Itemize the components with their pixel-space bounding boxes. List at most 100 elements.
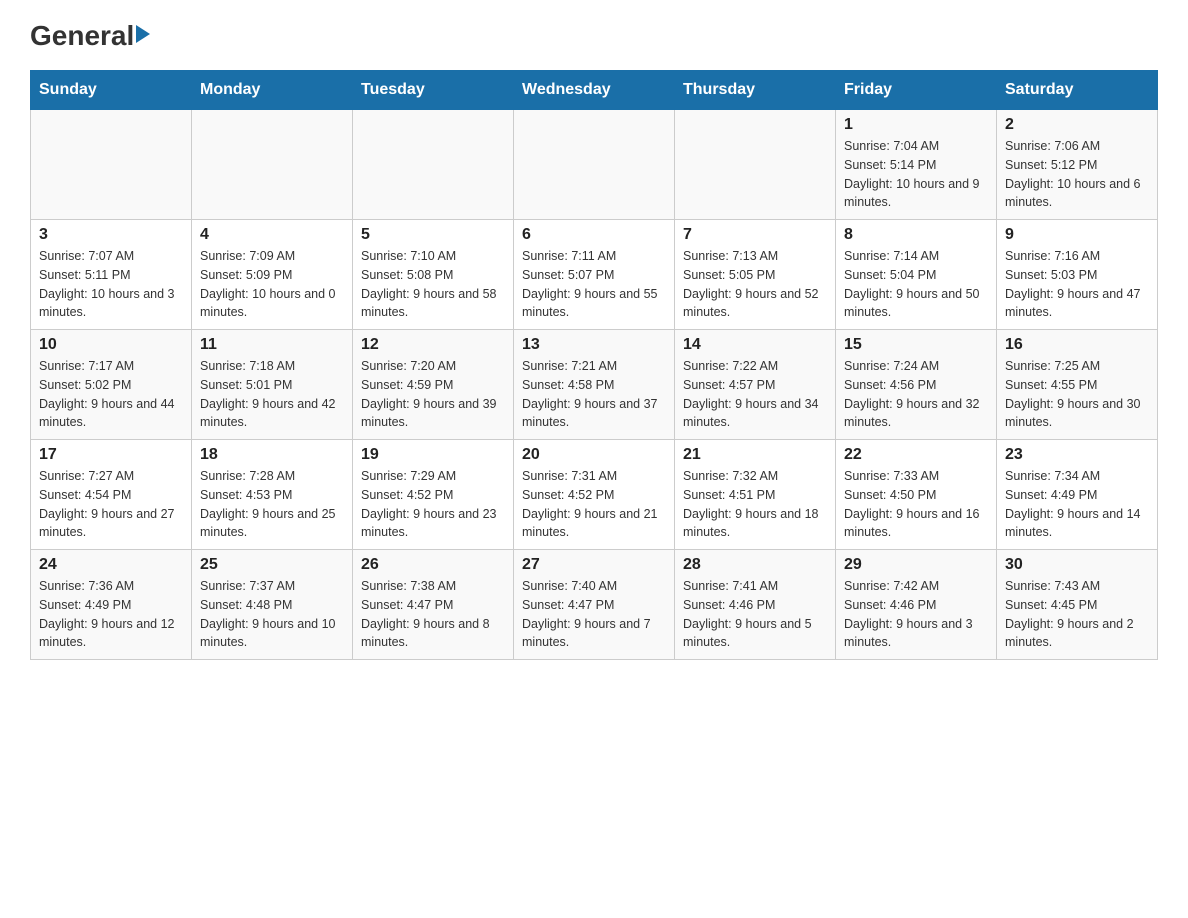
- sun-info: Sunrise: 7:40 AMSunset: 4:47 PMDaylight:…: [522, 577, 666, 652]
- calendar-cell: 10 Sunrise: 7:17 AMSunset: 5:02 PMDayligh…: [31, 330, 192, 440]
- day-number: 9: [1005, 226, 1149, 244]
- calendar-cell: 23 Sunrise: 7:34 AMSunset: 4:49 PMDayligh…: [997, 440, 1158, 550]
- sun-info: Sunrise: 7:25 AMSunset: 4:55 PMDaylight:…: [1005, 357, 1149, 432]
- calendar-cell: 27 Sunrise: 7:40 AMSunset: 4:47 PMDayligh…: [514, 550, 675, 660]
- day-number: 6: [522, 226, 666, 244]
- calendar-cell: 14 Sunrise: 7:22 AMSunset: 4:57 PMDayligh…: [675, 330, 836, 440]
- calendar-cell: 28Sunrise: 7:41 AMSunset: 4:46 PMDayligh…: [675, 550, 836, 660]
- calendar-cell: 26Sunrise: 7:38 AMSunset: 4:47 PMDayligh…: [353, 550, 514, 660]
- calendar-cell: 3Sunrise: 7:07 AMSunset: 5:11 PMDaylight…: [31, 220, 192, 330]
- day-number: 17: [39, 446, 183, 464]
- day-number: 22: [844, 446, 988, 464]
- calendar-cell: 25 Sunrise: 7:37 AMSunset: 4:48 PMDayligh…: [192, 550, 353, 660]
- calendar-cell: 15 Sunrise: 7:24 AMSunset: 4:56 PMDayligh…: [836, 330, 997, 440]
- day-number: 7: [683, 226, 827, 244]
- sun-info: Sunrise: 7:06 AMSunset: 5:12 PMDaylight:…: [1005, 137, 1149, 212]
- day-number: 2: [1005, 116, 1149, 134]
- calendar-cell: 8 Sunrise: 7:14 AMSunset: 5:04 PMDaylight…: [836, 220, 997, 330]
- calendar-week-row: 3Sunrise: 7:07 AMSunset: 5:11 PMDaylight…: [31, 220, 1158, 330]
- sun-info: Sunrise: 7:34 AMSunset: 4:49 PMDaylight:…: [1005, 467, 1149, 542]
- calendar-cell: 29Sunrise: 7:42 AMSunset: 4:46 PMDayligh…: [836, 550, 997, 660]
- calendar-cell: 16 Sunrise: 7:25 AMSunset: 4:55 PMDayligh…: [997, 330, 1158, 440]
- sun-info: Sunrise: 7:37 AMSunset: 4:48 PMDaylight:…: [200, 577, 344, 652]
- sun-info: Sunrise: 7:11 AMSunset: 5:07 PMDaylight:…: [522, 247, 666, 322]
- sun-info: Sunrise: 7:22 AMSunset: 4:57 PMDaylight:…: [683, 357, 827, 432]
- day-number: 20: [522, 446, 666, 464]
- day-number: 18: [200, 446, 344, 464]
- day-number: 15: [844, 336, 988, 354]
- day-number: 21: [683, 446, 827, 464]
- day-number: 11: [200, 336, 344, 354]
- day-number: 12: [361, 336, 505, 354]
- day-number: 5: [361, 226, 505, 244]
- sun-info: Sunrise: 7:16 AMSunset: 5:03 PMDaylight:…: [1005, 247, 1149, 322]
- sun-info: Sunrise: 7:20 AMSunset: 4:59 PMDaylight:…: [361, 357, 505, 432]
- day-number: 27: [522, 556, 666, 574]
- calendar-cell: 1 Sunrise: 7:04 AMSunset: 5:14 PMDaylight…: [836, 110, 997, 220]
- calendar-cell: 5 Sunrise: 7:10 AMSunset: 5:08 PMDaylight…: [353, 220, 514, 330]
- day-number: 10: [39, 336, 183, 354]
- day-number: 4: [200, 226, 344, 244]
- calendar-cell: 19 Sunrise: 7:29 AMSunset: 4:52 PMDayligh…: [353, 440, 514, 550]
- sun-info: Sunrise: 7:21 AMSunset: 4:58 PMDaylight:…: [522, 357, 666, 432]
- day-header-thursday: Thursday: [675, 71, 836, 110]
- calendar-cell: [514, 110, 675, 220]
- calendar-cell: 4 Sunrise: 7:09 AMSunset: 5:09 PMDaylight…: [192, 220, 353, 330]
- day-number: 1: [844, 116, 988, 134]
- sun-info: Sunrise: 7:17 AMSunset: 5:02 PMDaylight:…: [39, 357, 183, 432]
- day-header-saturday: Saturday: [997, 71, 1158, 110]
- sun-info: Sunrise: 7:42 AMSunset: 4:46 PMDaylight:…: [844, 577, 988, 652]
- calendar-cell: 7Sunrise: 7:13 AMSunset: 5:05 PMDaylight…: [675, 220, 836, 330]
- calendar-cell: 20Sunrise: 7:31 AMSunset: 4:52 PMDayligh…: [514, 440, 675, 550]
- calendar-cell: [675, 110, 836, 220]
- calendar-cell: [192, 110, 353, 220]
- sun-info: Sunrise: 7:04 AMSunset: 5:14 PMDaylight:…: [844, 137, 988, 212]
- calendar-cell: 2 Sunrise: 7:06 AMSunset: 5:12 PMDaylight…: [997, 110, 1158, 220]
- calendar-header: SundayMondayTuesdayWednesdayThursdayFrid…: [31, 71, 1158, 110]
- sun-info: Sunrise: 7:28 AMSunset: 4:53 PMDaylight:…: [200, 467, 344, 542]
- calendar-cell: 18 Sunrise: 7:28 AMSunset: 4:53 PMDayligh…: [192, 440, 353, 550]
- day-number: 26: [361, 556, 505, 574]
- page-header: General: [30, 20, 1158, 52]
- calendar-cell: 9 Sunrise: 7:16 AMSunset: 5:03 PMDaylight…: [997, 220, 1158, 330]
- sun-info: Sunrise: 7:24 AMSunset: 4:56 PMDaylight:…: [844, 357, 988, 432]
- calendar-cell: [353, 110, 514, 220]
- sun-info: Sunrise: 7:33 AMSunset: 4:50 PMDaylight:…: [844, 467, 988, 542]
- calendar-table: SundayMondayTuesdayWednesdayThursdayFrid…: [30, 70, 1158, 660]
- days-of-week-row: SundayMondayTuesdayWednesdayThursdayFrid…: [31, 71, 1158, 110]
- calendar-cell: 22 Sunrise: 7:33 AMSunset: 4:50 PMDayligh…: [836, 440, 997, 550]
- calendar-cell: [31, 110, 192, 220]
- calendar-week-row: 17Sunrise: 7:27 AMSunset: 4:54 PMDayligh…: [31, 440, 1158, 550]
- day-number: 16: [1005, 336, 1149, 354]
- calendar-cell: 24Sunrise: 7:36 AMSunset: 4:49 PMDayligh…: [31, 550, 192, 660]
- calendar-cell: 21 Sunrise: 7:32 AMSunset: 4:51 PMDayligh…: [675, 440, 836, 550]
- calendar-cell: 6 Sunrise: 7:11 AMSunset: 5:07 PMDaylight…: [514, 220, 675, 330]
- day-number: 19: [361, 446, 505, 464]
- sun-info: Sunrise: 7:32 AMSunset: 4:51 PMDaylight:…: [683, 467, 827, 542]
- day-header-friday: Friday: [836, 71, 997, 110]
- sun-info: Sunrise: 7:43 AMSunset: 4:45 PMDaylight:…: [1005, 577, 1149, 652]
- day-number: 30: [1005, 556, 1149, 574]
- day-number: 13: [522, 336, 666, 354]
- sun-info: Sunrise: 7:09 AMSunset: 5:09 PMDaylight:…: [200, 247, 344, 322]
- day-header-monday: Monday: [192, 71, 353, 110]
- logo-arrow-icon: [136, 25, 150, 43]
- sun-info: Sunrise: 7:10 AMSunset: 5:08 PMDaylight:…: [361, 247, 505, 322]
- calendar-body: 1 Sunrise: 7:04 AMSunset: 5:14 PMDaylight…: [31, 110, 1158, 660]
- day-header-wednesday: Wednesday: [514, 71, 675, 110]
- calendar-cell: 30 Sunrise: 7:43 AMSunset: 4:45 PMDayligh…: [997, 550, 1158, 660]
- day-number: 23: [1005, 446, 1149, 464]
- sun-info: Sunrise: 7:18 AMSunset: 5:01 PMDaylight:…: [200, 357, 344, 432]
- day-number: 28: [683, 556, 827, 574]
- logo: General: [30, 20, 150, 52]
- sun-info: Sunrise: 7:07 AMSunset: 5:11 PMDaylight:…: [39, 247, 183, 322]
- calendar-cell: 11 Sunrise: 7:18 AMSunset: 5:01 PMDayligh…: [192, 330, 353, 440]
- sun-info: Sunrise: 7:14 AMSunset: 5:04 PMDaylight:…: [844, 247, 988, 322]
- day-number: 25: [200, 556, 344, 574]
- day-number: 14: [683, 336, 827, 354]
- day-header-sunday: Sunday: [31, 71, 192, 110]
- calendar-cell: 17Sunrise: 7:27 AMSunset: 4:54 PMDayligh…: [31, 440, 192, 550]
- sun-info: Sunrise: 7:29 AMSunset: 4:52 PMDaylight:…: [361, 467, 505, 542]
- day-header-tuesday: Tuesday: [353, 71, 514, 110]
- day-number: 8: [844, 226, 988, 244]
